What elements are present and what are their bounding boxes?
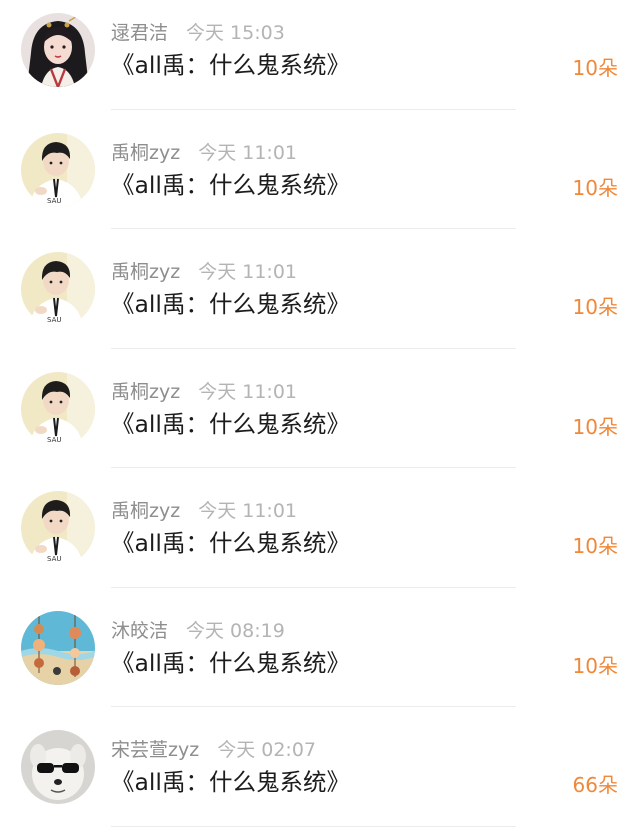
gift-record-list: 逯君洁 今天 15:03 《all禹：什么鬼系统》 10朵 SAU 禹桐zyz 今天… — [0, 0, 640, 831]
timestamp: 今天 11:01 — [198, 261, 297, 283]
list-item[interactable]: 逯君洁 今天 15:03 《all禹：什么鬼系统》 10朵 — [0, 0, 640, 120]
user-name[interactable]: 逯君洁 — [111, 22, 168, 44]
avatar[interactable]: SAU — [21, 371, 95, 446]
boy-photo-avatar-icon: SAU — [21, 252, 95, 326]
seashells-beach-avatar-icon — [21, 610, 95, 685]
list-item[interactable]: SAU 禹桐zyz 今天 11:01 《all禹：什么鬼系统》 10朵 — [0, 478, 640, 598]
timestamp: 今天 08:19 — [186, 619, 285, 642]
avatar[interactable]: SAU — [21, 252, 95, 326]
svg-text:SAU: SAU — [47, 197, 62, 205]
divider — [111, 108, 516, 110]
user-name[interactable]: 禹桐zyz — [111, 142, 180, 164]
user-name[interactable]: 禹桐zyz — [111, 381, 180, 403]
book-title[interactable]: 《all禹：什么鬼系统》 — [111, 288, 350, 320]
user-name[interactable]: 沐皎洁 — [111, 620, 168, 642]
book-title[interactable]: 《all禹：什么鬼系统》 — [111, 408, 350, 440]
flower-amount: 10朵 — [572, 534, 618, 558]
flower-amount: 10朵 — [572, 653, 618, 678]
list-item[interactable]: SAU 禹桐zyz 今天 11:01 《all禹：什么鬼系统》 10朵 — [0, 239, 640, 359]
item-meta: 禹桐zyz 今天 11:01 — [111, 380, 297, 404]
divider — [111, 825, 516, 827]
item-meta: 禹桐zyz 今天 11:01 — [111, 499, 297, 523]
flower-amount: 10朵 — [572, 414, 618, 439]
dog-sunglasses-avatar-icon — [21, 730, 95, 804]
item-meta: 宋芸萱zyz 今天 02:07 — [111, 738, 316, 762]
divider — [111, 586, 516, 588]
flower-amount: 66朵 — [572, 773, 618, 797]
timestamp: 今天 02:07 — [217, 739, 316, 761]
svg-text:SAU: SAU — [47, 316, 62, 324]
flower-amount: 10朵 — [572, 56, 618, 80]
user-name[interactable]: 宋芸萱zyz — [111, 739, 199, 761]
user-name[interactable]: 禹桐zyz — [111, 261, 180, 283]
item-meta: 沐皎洁 今天 08:19 — [111, 619, 285, 643]
flower-amount: 10朵 — [572, 295, 618, 319]
timestamp: 今天 11:01 — [198, 141, 297, 164]
svg-text:SAU: SAU — [47, 436, 62, 444]
avatar[interactable] — [21, 730, 95, 804]
boy-photo-avatar-icon: SAU — [21, 132, 95, 207]
divider — [111, 347, 516, 349]
book-title[interactable]: 《all禹：什么鬼系统》 — [111, 169, 350, 201]
divider — [111, 467, 516, 468]
timestamp: 今天 11:01 — [198, 500, 297, 522]
list-item[interactable]: SAU 禹桐zyz 今天 11:01 《all禹：什么鬼系统》 10朵 — [0, 359, 640, 479]
timestamp: 今天 15:03 — [186, 22, 285, 44]
book-title[interactable]: 《all禹：什么鬼系统》 — [111, 49, 350, 81]
book-title[interactable]: 《all禹：什么鬼系统》 — [111, 766, 350, 798]
item-meta: 逯君洁 今天 15:03 — [111, 21, 285, 45]
avatar[interactable]: SAU — [21, 132, 95, 207]
boy-photo-avatar-icon: SAU — [21, 491, 95, 565]
svg-text:SAU: SAU — [47, 555, 62, 563]
anime-girl-avatar-icon — [21, 13, 95, 87]
list-item[interactable]: 沐皎洁 今天 08:19 《all禹：什么鬼系统》 10朵 — [0, 598, 640, 718]
boy-photo-avatar-icon: SAU — [21, 371, 95, 446]
avatar[interactable] — [21, 610, 95, 685]
item-meta: 禹桐zyz 今天 11:01 — [111, 260, 297, 284]
list-item[interactable]: 宋芸萱zyz 今天 02:07 《all禹：什么鬼系统》 66朵 — [0, 717, 640, 837]
avatar[interactable] — [21, 13, 95, 87]
divider — [111, 706, 516, 707]
item-meta: 禹桐zyz 今天 11:01 — [111, 141, 297, 165]
timestamp: 今天 11:01 — [198, 380, 297, 403]
avatar[interactable]: SAU — [21, 491, 95, 565]
book-title[interactable]: 《all禹：什么鬼系统》 — [111, 527, 350, 559]
list-item[interactable]: SAU 禹桐zyz 今天 11:01 《all禹：什么鬼系统》 10朵 — [0, 120, 640, 240]
user-name[interactable]: 禹桐zyz — [111, 500, 180, 522]
flower-amount: 10朵 — [572, 175, 618, 200]
divider — [111, 228, 516, 229]
book-title[interactable]: 《all禹：什么鬼系统》 — [111, 647, 350, 679]
